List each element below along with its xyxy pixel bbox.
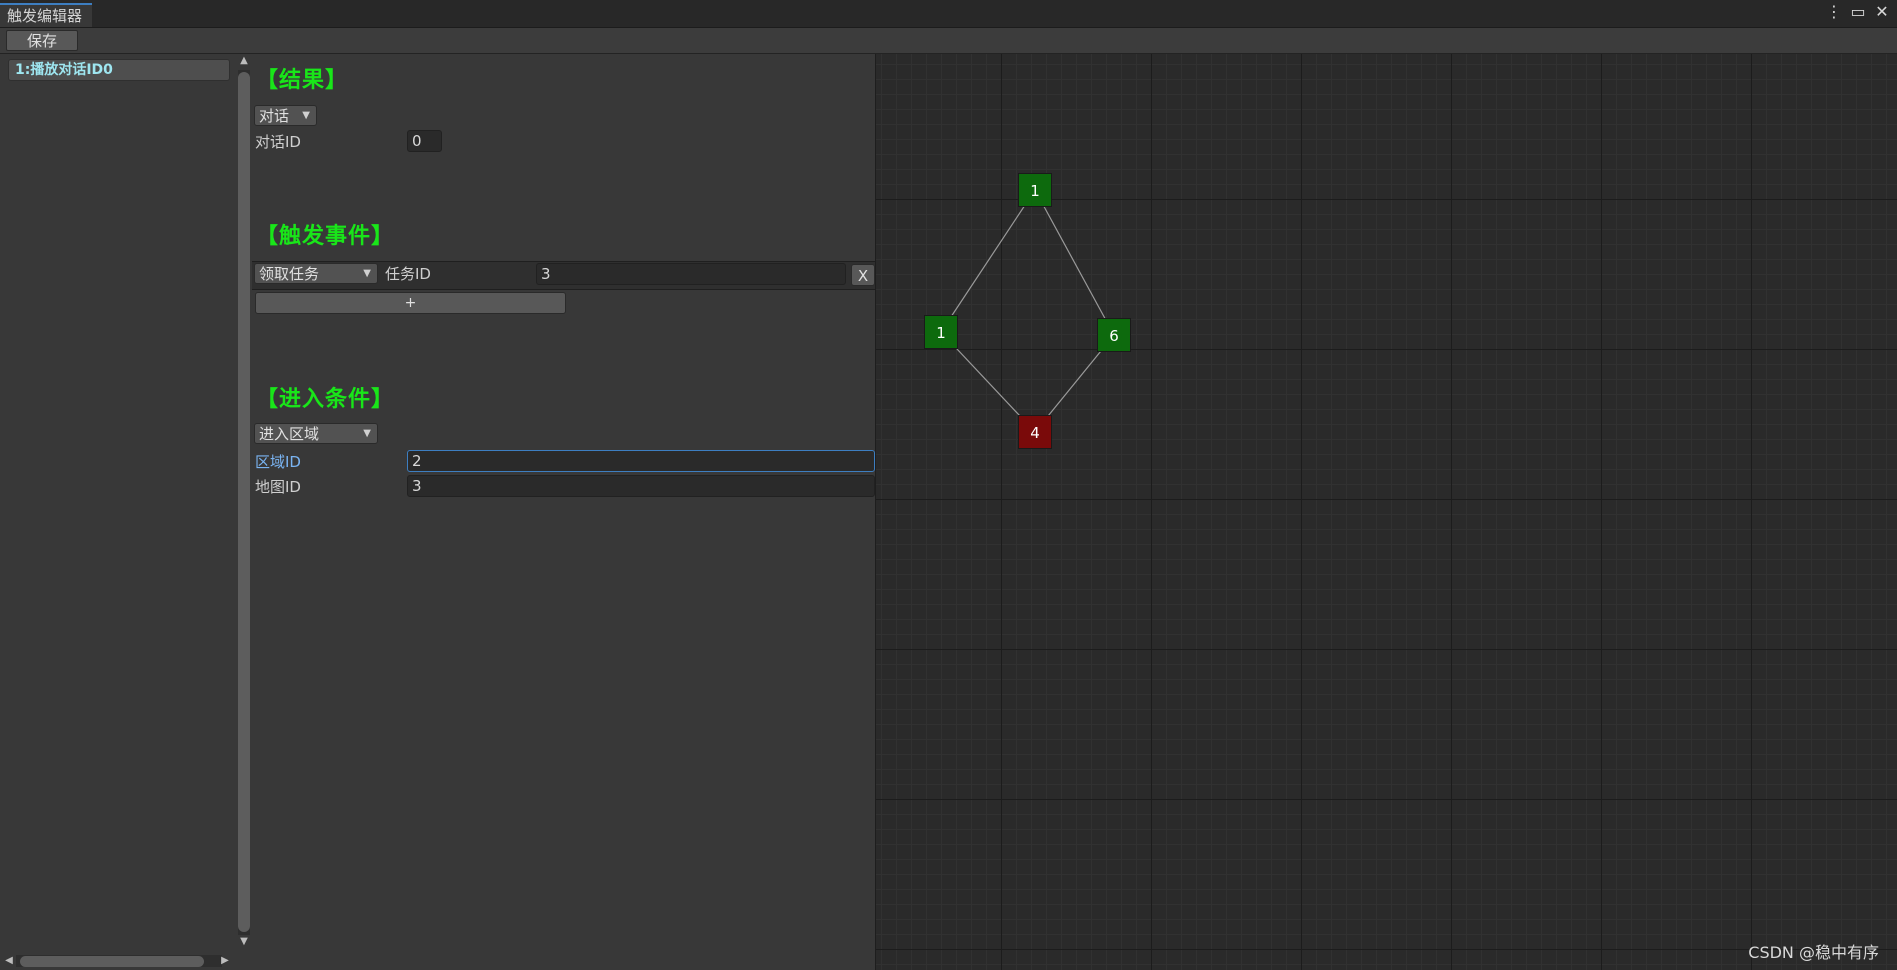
trigger-list-panel: 1:播放对话ID0 xyxy=(0,54,236,970)
map-id-label: 地图ID xyxy=(255,478,301,496)
condition-type-dropdown[interactable]: 进入区域 ▼ xyxy=(254,423,378,444)
graph-node[interactable]: 1 xyxy=(1018,173,1052,207)
scroll-right-arrow-icon[interactable]: ▶ xyxy=(218,954,232,968)
graph-node[interactable]: 1 xyxy=(924,315,958,349)
condition-type-value: 进入区域 xyxy=(259,425,320,443)
result-type-value: 对话 xyxy=(259,107,290,125)
scroll-down-arrow-icon[interactable]: ▼ xyxy=(237,935,251,949)
node-graph-canvas[interactable]: 1 1 6 4 xyxy=(875,54,1897,970)
list-item[interactable]: 1:播放对话ID0 xyxy=(8,59,230,81)
add-event-button[interactable]: + xyxy=(255,292,566,314)
result-type-dropdown[interactable]: 对话 ▼ xyxy=(254,105,317,126)
dialog-id-field[interactable]: 0 xyxy=(407,130,442,152)
remove-event-button[interactable]: X xyxy=(851,264,875,286)
conditions-section-title: 【进入条件】 xyxy=(256,387,395,412)
graph-edge xyxy=(940,189,1036,333)
scroll-left-arrow-icon[interactable]: ◀ xyxy=(2,954,16,968)
scroll-up-arrow-icon[interactable]: ▲ xyxy=(237,54,251,68)
graph-node[interactable]: 6 xyxy=(1097,318,1131,352)
save-button[interactable]: 保存 xyxy=(6,30,78,51)
more-options-icon[interactable]: ⋮ xyxy=(1825,2,1843,22)
events-section-title: 【触发事件】 xyxy=(256,224,395,249)
dialog-id-label: 对话ID xyxy=(255,133,301,151)
event-type-dropdown[interactable]: 领取任务 ▼ xyxy=(254,263,378,284)
editor-tab[interactable]: 触发编辑器 xyxy=(0,3,93,27)
maximize-icon[interactable]: ▭ xyxy=(1849,2,1867,22)
event-type-value: 领取任务 xyxy=(259,265,320,283)
window-controls: ⋮ ▭ ✕ xyxy=(1825,2,1891,22)
toolbar: 保存 xyxy=(0,28,1897,54)
area-id-label: 区域ID xyxy=(255,453,301,471)
graph-edge xyxy=(1034,189,1115,336)
close-icon[interactable]: ✕ xyxy=(1873,2,1891,22)
graph-node[interactable]: 4 xyxy=(1018,415,1052,449)
result-section-title: 【结果】 xyxy=(256,68,349,93)
chevron-down-icon: ▼ xyxy=(363,268,371,279)
task-id-field[interactable]: 3 xyxy=(536,263,846,285)
chevron-down-icon: ▼ xyxy=(302,110,310,121)
horizontal-scrollbar-thumb[interactable] xyxy=(20,956,204,967)
chevron-down-icon: ▼ xyxy=(363,428,371,439)
vertical-scrollbar-thumb[interactable] xyxy=(238,72,250,932)
area-id-field[interactable]: 2 xyxy=(407,450,875,472)
map-id-field[interactable]: 3 xyxy=(407,475,875,497)
title-bar: 触发编辑器 ⋮ ▭ ✕ xyxy=(0,0,1897,28)
task-id-label: 任务ID xyxy=(385,265,431,283)
watermark: CSDN @稳中有序 xyxy=(1748,943,1879,962)
